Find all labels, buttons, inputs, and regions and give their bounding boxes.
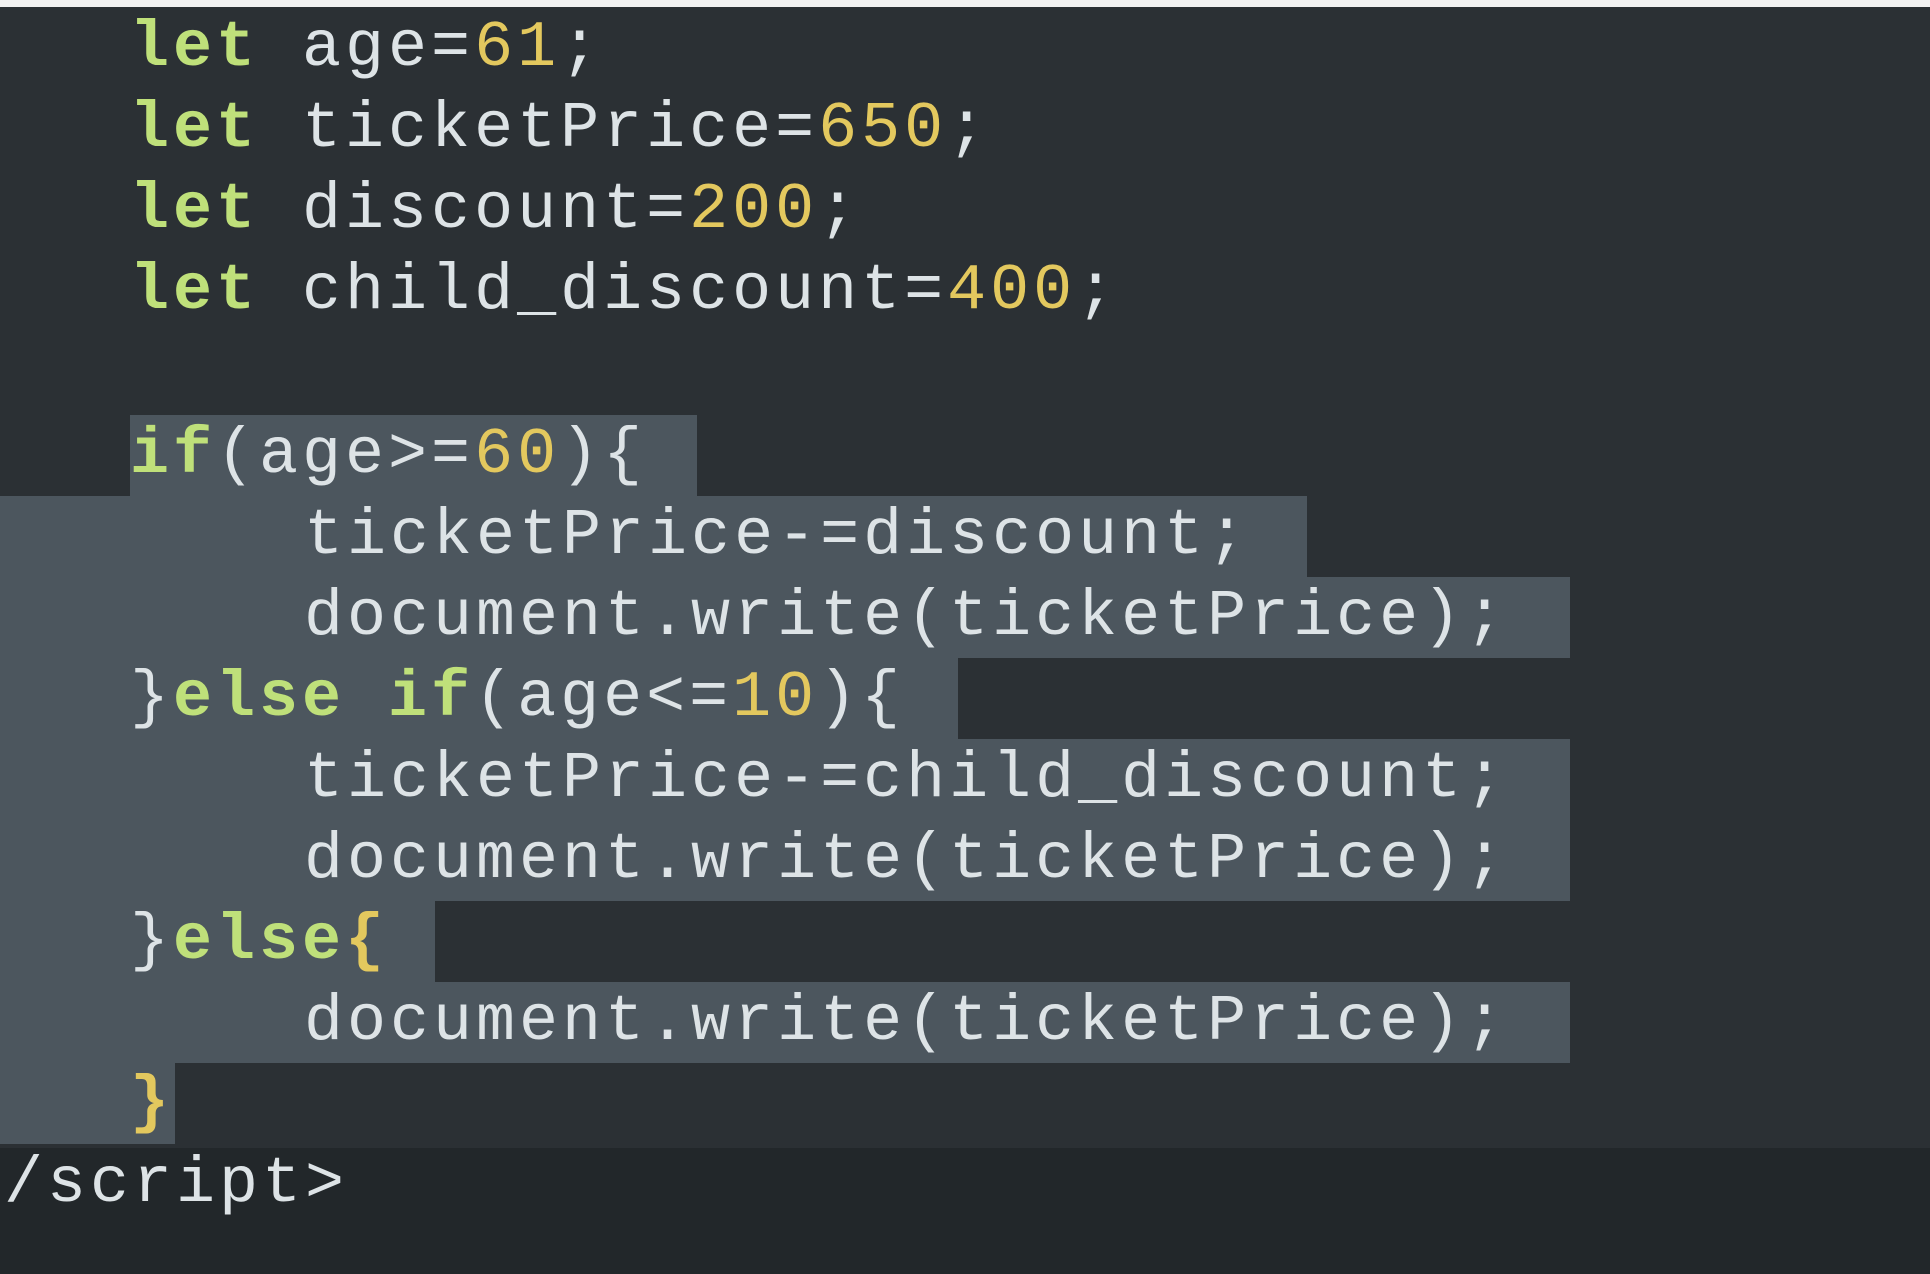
code-punctuation: ; <box>560 11 604 85</box>
code-text: ticketPrice-=discount; <box>304 499 1251 573</box>
code-line[interactable]: ticketPrice-=discount; <box>304 496 1250 577</box>
code-punctuation: ){ <box>818 661 905 735</box>
code-line[interactable]: document.write(ticketPrice); <box>304 982 1508 1063</box>
code-number: 10 <box>732 661 819 735</box>
code-line[interactable]: /script> <box>4 1144 348 1225</box>
code-text: document.write(ticketPrice); <box>304 580 1509 654</box>
code-line[interactable]: let discount=200; <box>130 170 861 251</box>
code-line[interactable]: }else if(age<=10){ <box>130 658 904 739</box>
code-brace: { <box>345 904 389 978</box>
code-text: ticketPrice-=child_discount; <box>304 742 1509 816</box>
code-line[interactable]: } <box>130 1063 173 1144</box>
code-brace: } <box>130 661 174 735</box>
code-text: child_discount= <box>259 254 948 328</box>
code-keyword: if <box>130 418 217 492</box>
code-keyword: else if <box>173 661 475 735</box>
code-text: (age>= <box>216 418 475 492</box>
code-number: 200 <box>689 173 819 247</box>
code-punctuation: ; <box>1076 254 1120 328</box>
code-keyword: else <box>173 904 346 978</box>
code-punctuation: ; <box>947 92 991 166</box>
code-number: 60 <box>474 418 561 492</box>
code-number: 61 <box>474 11 561 85</box>
code-keyword: let <box>130 92 260 166</box>
code-text: ticketPrice= <box>259 92 819 166</box>
code-editor[interactable]: let age=61; let ticketPrice=650; let disco… <box>0 0 1930 1274</box>
code-text: document.write(ticketPrice); <box>304 985 1509 1059</box>
code-number: 400 <box>947 254 1077 328</box>
code-text: document.write(ticketPrice); <box>304 823 1509 897</box>
code-line[interactable]: if(age>=60){ <box>130 415 646 496</box>
code-keyword: let <box>130 173 260 247</box>
code-line[interactable]: let age=61; <box>130 8 603 89</box>
code-punctuation: ){ <box>560 418 647 492</box>
code-line[interactable]: document.write(ticketPrice); <box>304 577 1508 658</box>
code-line[interactable]: ticketPrice-=child_discount; <box>304 739 1508 820</box>
code-text: (age<= <box>474 661 733 735</box>
code-brace: } <box>130 904 174 978</box>
code-brace: } <box>130 1066 174 1140</box>
code-text: /script> <box>4 1147 349 1221</box>
code-line[interactable]: let child_discount=400; <box>130 251 1119 332</box>
code-line[interactable]: }else{ <box>130 901 388 982</box>
top-edge <box>0 0 1930 7</box>
code-punctuation: ; <box>818 173 862 247</box>
code-line[interactable]: let ticketPrice=650; <box>130 89 990 170</box>
code-line[interactable]: document.write(ticketPrice); <box>304 820 1508 901</box>
code-keyword: let <box>130 254 260 328</box>
code-number: 650 <box>818 92 948 166</box>
code-text: discount= <box>259 173 690 247</box>
code-keyword: let <box>130 11 260 85</box>
code-text: age= <box>259 11 475 85</box>
